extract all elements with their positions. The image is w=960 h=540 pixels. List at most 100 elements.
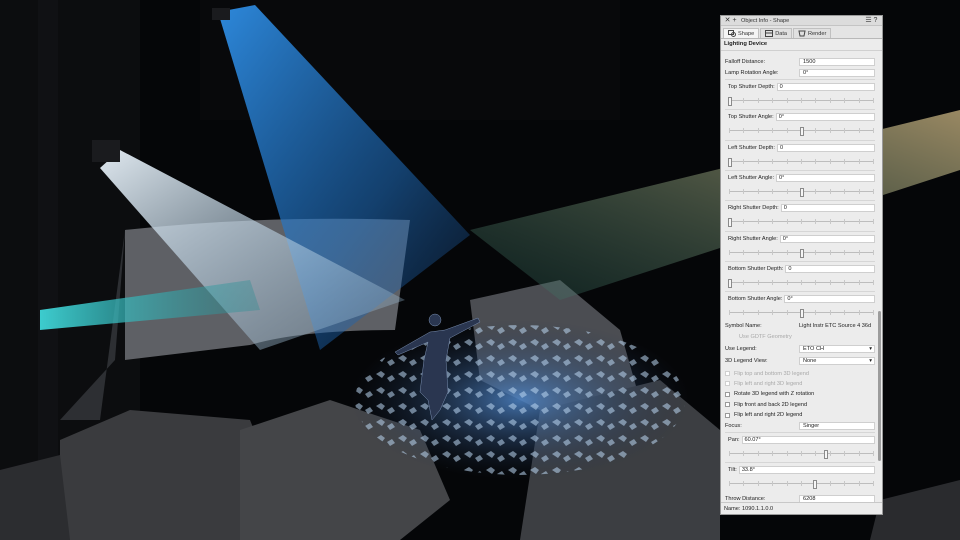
slider-tick [757, 451, 759, 456]
symbol-name-value[interactable]: Light Instr ETC Source 4 36d [799, 323, 875, 329]
scrollbar-thumb[interactable] [878, 311, 881, 461]
pan-slider[interactable] [729, 450, 874, 459]
slider-tick [772, 219, 774, 225]
shutter-field[interactable]: 0° [775, 113, 875, 122]
palette-titlebar[interactable]: ✕ + Object Info - Shape ☰ ? [721, 16, 882, 26]
slider-tick [743, 249, 745, 255]
slider-tick [743, 310, 745, 316]
legend-option-checkbox[interactable]: Flip top and bottom 3D legend [725, 369, 809, 378]
slider-tick [858, 481, 860, 486]
pan-label: Pan: [728, 437, 740, 443]
slider-tick [815, 98, 817, 103]
slider-tick [757, 310, 759, 316]
slider-tick [786, 249, 788, 255]
palette-content: Falloff Distance: 1500 Lamp Rotation Ang… [721, 49, 876, 514]
checkbox-box[interactable] [725, 381, 730, 387]
chevron-down-icon: ▾ [869, 357, 872, 364]
slider-handle[interactable] [800, 309, 804, 319]
slider-tick [772, 128, 774, 134]
shutter-label: Bottom Shutter Depth: [728, 265, 784, 272]
slider-tick [815, 451, 817, 456]
checkbox-box[interactable] [725, 412, 730, 418]
shutter-group: Bottom Shutter Depth: 0 [725, 260, 875, 290]
data-icon [765, 30, 774, 37]
legend-option-checkbox[interactable]: Flip left and right 3D legend [725, 379, 802, 388]
slider-tick [772, 451, 774, 456]
slider-tick [844, 188, 846, 194]
focus-field[interactable]: Singer [799, 421, 875, 430]
checkbox-box[interactable] [725, 371, 730, 376]
shutter-slider[interactable] [728, 97, 874, 106]
slider-tick [858, 219, 860, 225]
add-icon[interactable]: + [731, 16, 738, 25]
shutter-field[interactable]: 0° [784, 295, 875, 304]
palette-scrollbar[interactable] [877, 49, 882, 505]
shutter-field[interactable]: 0 [780, 204, 875, 213]
checkbox-box[interactable] [725, 402, 730, 408]
legend-option-checkbox[interactable]: Flip left and right 2D legend [725, 411, 802, 420]
shutter-field[interactable]: 0 [785, 264, 875, 273]
pan-field[interactable]: 60.07° [741, 436, 875, 444]
slider-handle[interactable] [728, 278, 732, 288]
slider-tick [757, 98, 759, 103]
shutter-label: Right Shutter Depth: [728, 205, 779, 212]
slider-tick [873, 310, 874, 316]
legend-option-checkbox[interactable]: Flip front and back 2D legend [725, 400, 807, 409]
slider-handle[interactable] [728, 97, 732, 106]
falloff-distance-label: Falloff Distance: [725, 58, 766, 65]
falloff-distance-field[interactable]: 1500 [799, 57, 875, 66]
shutter-slider[interactable] [729, 127, 874, 137]
tab-data[interactable]: Data [760, 28, 793, 38]
palette-title: Object Info - Shape [741, 17, 790, 24]
shutter-group: Top Shutter Depth: 0 [725, 79, 875, 108]
slider-tick [815, 188, 817, 194]
slider-tick [757, 158, 759, 164]
slider-tick [772, 310, 774, 316]
slider-tick [743, 128, 745, 134]
slider-tick [801, 279, 802, 285]
shutter-slider[interactable] [729, 248, 874, 258]
tab-shape[interactable]: Shape [723, 28, 760, 38]
legend-3d-view-select[interactable]: None ▾ [799, 356, 875, 365]
shutter-label: Bottom Shutter Angle: [728, 296, 783, 303]
tilt-slider[interactable] [729, 480, 874, 489]
slider-handle[interactable] [728, 218, 732, 228]
menu-icon[interactable]: ☰ [865, 16, 872, 25]
slider-tick [772, 481, 774, 486]
lamp-rotation-field[interactable]: 0° [799, 68, 875, 77]
tab-shape-label: Shape [738, 30, 755, 37]
slider-handle[interactable] [812, 480, 817, 489]
use-gdtf-geometry-checkbox[interactable]: Use GDTF Geometry [739, 332, 792, 341]
footer-value[interactable]: 1090.1.1.0.0 [742, 506, 773, 512]
checkbox-label: Flip front and back 2D legend [734, 401, 808, 408]
checkbox-box[interactable] [725, 391, 730, 397]
use-legend-select[interactable]: ETO CH ▾ [799, 344, 875, 353]
tab-data-label: Data [775, 30, 788, 37]
palette-tabs: Shape Data Render [721, 26, 882, 39]
shutter-slider[interactable] [728, 157, 874, 167]
slider-handle[interactable] [728, 157, 732, 167]
shutter-slider[interactable] [728, 278, 874, 288]
slider-tick [858, 188, 860, 194]
shutter-field[interactable]: 0° [779, 234, 875, 243]
shutter-label: Left Shutter Angle: [728, 174, 775, 181]
slider-handle[interactable] [824, 450, 829, 459]
legend-option-checkbox[interactable]: Rotate 3D legend with Z rotation [725, 390, 814, 399]
shutter-slider[interactable] [728, 218, 874, 228]
shutter-field[interactable]: 0° [776, 173, 875, 182]
help-icon[interactable]: ? [872, 16, 879, 25]
slider-handle[interactable] [800, 127, 804, 137]
use-legend-row: Use Legend: ETO CH ▾ [725, 344, 875, 353]
shutter-field[interactable]: 0 [776, 143, 875, 152]
slider-tick [829, 188, 831, 194]
shutter-slider[interactable] [729, 309, 874, 319]
slider-tick [858, 310, 860, 316]
slider-tick [772, 188, 774, 194]
slider-handle[interactable] [800, 248, 804, 258]
tilt-field[interactable]: 33.8° [738, 466, 875, 474]
slider-handle[interactable] [800, 187, 804, 197]
shutter-field[interactable]: 0 [776, 83, 875, 91]
tab-render[interactable]: Render [793, 28, 832, 38]
shutter-slider[interactable] [729, 187, 874, 197]
close-icon[interactable]: ✕ [724, 16, 731, 25]
